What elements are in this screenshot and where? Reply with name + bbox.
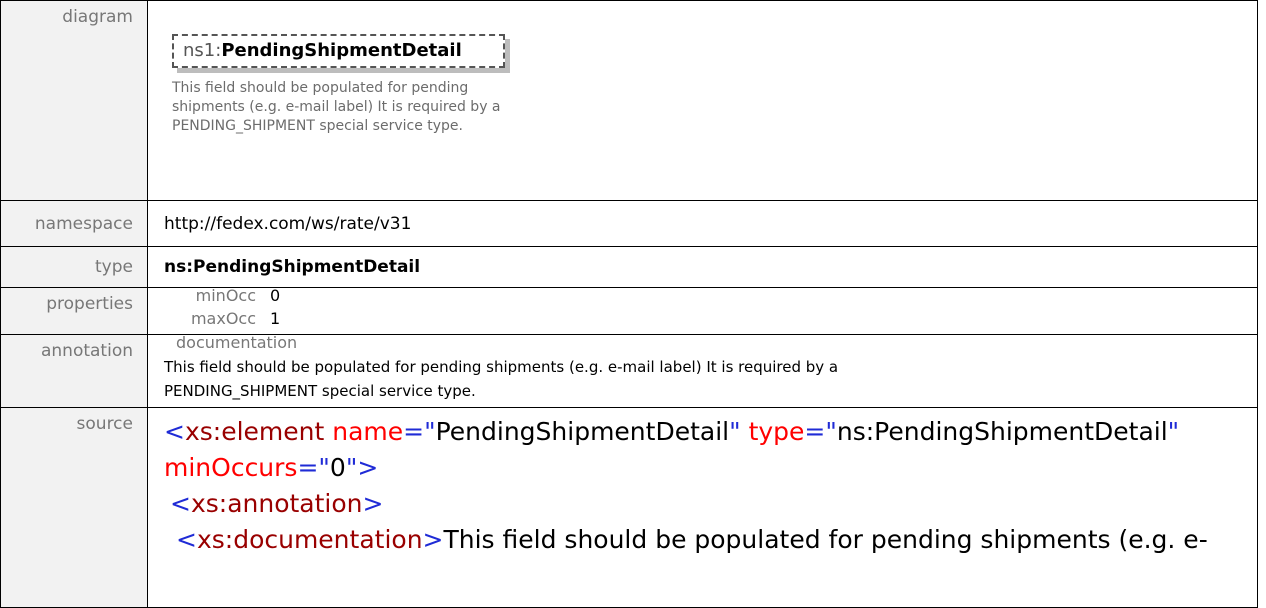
type-label: type [0,246,148,288]
element-name: PendingShipmentDetail [221,40,462,61]
max-occurs-value: 1 [270,309,281,328]
documentation-text: This field should be populated for pendi… [164,355,1164,403]
element-doc-table: diagram ns1:PendingShipmentDetail This f… [0,0,1258,608]
annotation-row: annotation documentation This field shou… [0,333,1258,408]
type-row: type ns:PendingShipmentDetail [0,246,1258,288]
annotation-label: annotation [0,334,148,408]
namespace-cell: http://fedex.com/ws/rate/v31 [147,200,1258,247]
source-code: <xs:element name="PendingShipmentDetail"… [164,408,1244,558]
type-value: ns:PendingShipmentDetail [164,257,421,277]
namespace-label: namespace [0,200,148,247]
documentation-line-1: This field should be populated for pendi… [164,358,839,376]
type-cell: ns:PendingShipmentDetail [147,246,1258,288]
diagram-canvas: ns1:PendingShipmentDetail This field sho… [148,1,1257,200]
diagram-label: diagram [0,0,148,201]
min-occurs-value: 0 [270,286,281,305]
min-occurs-key: minOcc [195,286,256,305]
documentation-label: documentation [176,333,298,352]
source-label: source [0,407,148,608]
source-line-4: <xs:documentation>This field should be p… [176,525,1208,554]
source-row: source <xs:element name="PendingShipment… [0,407,1258,608]
diagram-cell: ns1:PendingShipmentDetail This field sho… [147,0,1258,201]
annotation-cell: documentation This field should be popul… [147,333,1258,408]
properties-cell: minOcc 0 maxOcc 1 [147,286,1258,335]
source-line-1: <xs:element name="PendingShipmentDetail"… [164,417,1180,446]
namespace-value: http://fedex.com/ws/rate/v31 [164,213,412,234]
properties-row: properties minOcc 0 maxOcc 1 [0,286,1258,335]
properties-table: minOcc 0 maxOcc 1 [148,286,1257,334]
documentation-line-2: PENDING_SHIPMENT special service type. [164,382,476,400]
source-line-3: <xs:annotation> [170,489,384,518]
element-box: ns1:PendingShipmentDetail [172,34,505,68]
annotation-block: documentation This field should be popul… [164,333,1257,407]
element-prefix: ns1: [183,40,222,61]
source-cell: <xs:element name="PendingShipmentDetail"… [147,407,1258,608]
namespace-row: namespace http://fedex.com/ws/rate/v31 [0,200,1258,247]
source-line-2: minOccurs="0"> [164,453,379,482]
diagram-documentation: This field should be populated for pendi… [172,80,501,134]
diagram-row: diagram ns1:PendingShipmentDetail This f… [0,0,1258,201]
properties-label: properties [0,287,148,335]
max-occurs-key: maxOcc [190,309,256,328]
